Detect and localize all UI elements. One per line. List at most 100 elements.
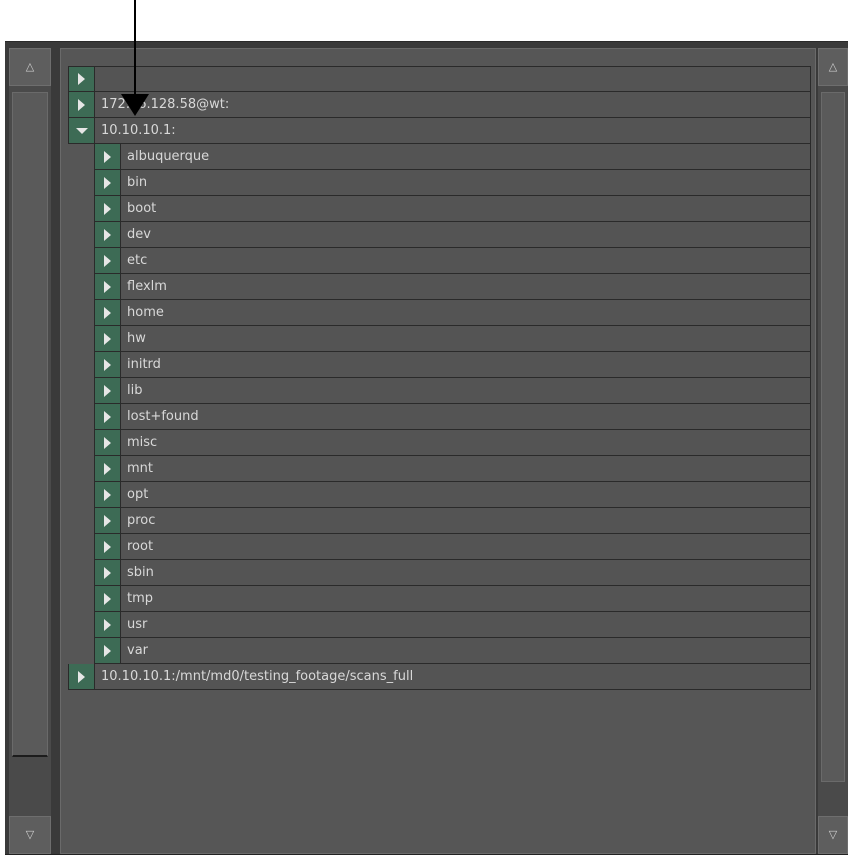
tree-item-label[interactable]: bin <box>120 170 811 196</box>
triangle-right-icon <box>104 566 111 579</box>
expand-toggle[interactable] <box>94 300 120 326</box>
triangle-right-icon <box>104 332 111 345</box>
tree-node-row[interactable]: 10.10.10.1: <box>68 118 811 144</box>
tree-child-row[interactable]: albuquerque <box>68 144 811 170</box>
tree-child-row[interactable]: bin <box>68 170 811 196</box>
expand-toggle[interactable] <box>68 66 94 92</box>
tree-child-row[interactable]: etc <box>68 248 811 274</box>
expand-toggle[interactable] <box>68 92 94 118</box>
tree-item-label[interactable]: initrd <box>120 352 811 378</box>
triangle-right-icon <box>104 384 111 397</box>
triangle-down-icon <box>75 127 88 134</box>
right-scroll-thumb[interactable] <box>821 92 845 782</box>
tree-child-row[interactable]: opt <box>68 482 811 508</box>
tree-child-row[interactable]: root <box>68 534 811 560</box>
expand-toggle[interactable] <box>94 248 120 274</box>
tree-item-label[interactable]: albuquerque <box>120 144 811 170</box>
tree-child-row[interactable]: dev <box>68 222 811 248</box>
tree-item-label[interactable]: usr <box>120 612 811 638</box>
tree-item-label[interactable]: sbin <box>120 560 811 586</box>
triangle-right-icon <box>104 202 111 215</box>
expand-toggle[interactable] <box>94 326 120 352</box>
tree-item-label[interactable]: lost+found <box>120 404 811 430</box>
tree-child-row[interactable]: var <box>68 638 811 664</box>
tree-item-label[interactable]: flexlm <box>120 274 811 300</box>
tree-item-label[interactable]: etc <box>120 248 811 274</box>
tree-item-label[interactable] <box>94 66 811 92</box>
expand-toggle[interactable] <box>94 612 120 638</box>
tree-child-row[interactable]: tmp <box>68 586 811 612</box>
right-scroll-down-button[interactable]: ▽ <box>818 816 848 854</box>
expand-toggle[interactable] <box>68 664 94 690</box>
tree-item-label[interactable]: 172.16.128.58@wt: <box>94 92 811 118</box>
collapse-toggle[interactable] <box>68 118 94 144</box>
expand-toggle[interactable] <box>94 534 120 560</box>
tree-child-row[interactable]: boot <box>68 196 811 222</box>
expand-toggle[interactable] <box>94 482 120 508</box>
expand-toggle[interactable] <box>94 456 120 482</box>
tree-child-row[interactable]: lib <box>68 378 811 404</box>
triangle-right-icon <box>78 73 85 85</box>
expand-toggle[interactable] <box>94 638 120 664</box>
expand-toggle[interactable] <box>94 222 120 248</box>
expand-toggle[interactable] <box>94 404 120 430</box>
triangle-right-icon <box>104 488 111 501</box>
tree-item-label[interactable]: proc <box>120 508 811 534</box>
tree-item-label[interactable]: mnt <box>120 456 811 482</box>
tree-child-row[interactable]: hw <box>68 326 811 352</box>
tree-child-row[interactable]: home <box>68 300 811 326</box>
right-scroll-up-button[interactable]: △ <box>818 48 848 86</box>
expand-toggle[interactable] <box>94 560 120 586</box>
triangle-right-icon <box>104 436 111 449</box>
triangle-right-icon <box>78 98 85 111</box>
tree-node-row[interactable]: 10.10.10.1:/mnt/md0/testing_footage/scan… <box>68 664 811 690</box>
triangle-right-icon <box>104 254 111 267</box>
left-scroll-track[interactable] <box>9 86 51 816</box>
right-scroll-track[interactable] <box>818 86 848 816</box>
tree-item-label[interactable]: hw <box>120 326 811 352</box>
triangle-right-icon <box>104 618 111 631</box>
expand-toggle[interactable] <box>94 144 120 170</box>
expand-toggle[interactable] <box>94 196 120 222</box>
tree-item-label[interactable]: home <box>120 300 811 326</box>
file-tree-panel: 172.16.128.58@wt: 10.10.10.1: albuquerque b… <box>60 48 816 854</box>
file-tree: 172.16.128.58@wt: 10.10.10.1: albuquerque b… <box>68 66 811 690</box>
tree-child-row[interactable]: lost+found <box>68 404 811 430</box>
tree-child-row[interactable]: initrd <box>68 352 811 378</box>
triangle-right-icon <box>104 306 111 319</box>
tree-child-row[interactable]: flexlm <box>68 274 811 300</box>
tree-child-row[interactable]: sbin <box>68 560 811 586</box>
tree-item-label[interactable]: var <box>120 638 811 664</box>
tree-child-row[interactable]: mnt <box>68 456 811 482</box>
tree-item-label[interactable]: 10.10.10.1:/mnt/md0/testing_footage/scan… <box>94 664 811 690</box>
expand-toggle[interactable] <box>94 378 120 404</box>
triangle-right-icon <box>104 540 111 553</box>
left-scrollbar[interactable]: △ ▽ <box>9 48 51 854</box>
expand-toggle[interactable] <box>94 430 120 456</box>
triangle-right-icon <box>104 644 111 657</box>
tree-item-label[interactable]: 10.10.10.1: <box>94 118 811 144</box>
right-scrollbar[interactable]: △ ▽ <box>818 48 848 854</box>
left-scroll-down-button[interactable]: ▽ <box>9 816 51 854</box>
left-scroll-up-button[interactable]: △ <box>9 48 51 86</box>
tree-item-label[interactable]: opt <box>120 482 811 508</box>
tree-child-row[interactable]: proc <box>68 508 811 534</box>
tree-item-label[interactable]: misc <box>120 430 811 456</box>
tree-item-label[interactable]: boot <box>120 196 811 222</box>
expand-toggle[interactable] <box>94 508 120 534</box>
tree-child-row[interactable]: misc <box>68 430 811 456</box>
tree-child-row[interactable]: usr <box>68 612 811 638</box>
tree-item-label[interactable]: lib <box>120 378 811 404</box>
expand-toggle[interactable] <box>94 170 120 196</box>
left-scroll-thumb[interactable] <box>12 92 48 757</box>
tree-item-label[interactable]: dev <box>120 222 811 248</box>
tree-item-label[interactable]: tmp <box>120 586 811 612</box>
expand-toggle[interactable] <box>94 586 120 612</box>
expand-toggle[interactable] <box>94 352 120 378</box>
expand-toggle[interactable] <box>94 274 120 300</box>
tree-item-label[interactable]: root <box>120 534 811 560</box>
tree-node-row[interactable] <box>68 66 811 92</box>
triangle-right-icon <box>104 462 111 475</box>
triangle-right-icon <box>104 176 111 189</box>
tree-node-row[interactable]: 172.16.128.58@wt: <box>68 92 811 118</box>
